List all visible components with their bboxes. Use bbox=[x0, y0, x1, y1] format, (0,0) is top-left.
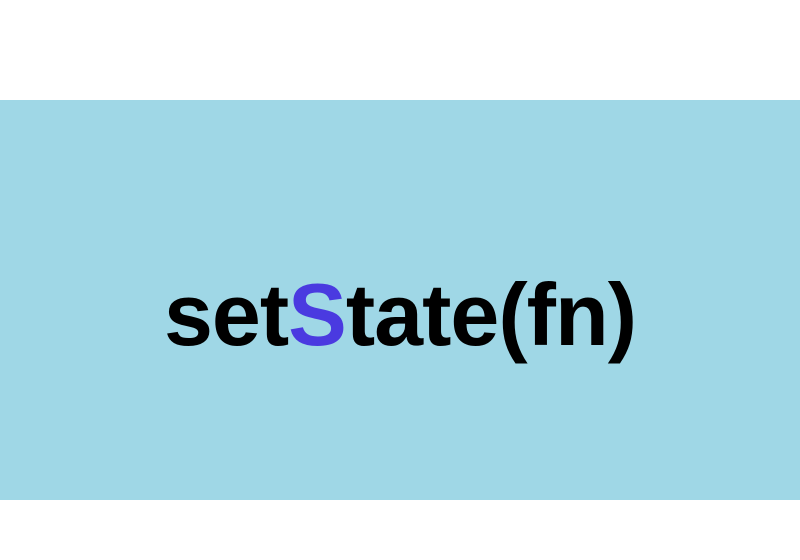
title-prefix: set bbox=[164, 265, 288, 364]
banner: setState(fn) bbox=[0, 100, 800, 500]
page-title: setState(fn) bbox=[164, 264, 636, 366]
title-accent-letter: S bbox=[288, 265, 346, 364]
title-suffix: tate(fn) bbox=[346, 265, 636, 364]
